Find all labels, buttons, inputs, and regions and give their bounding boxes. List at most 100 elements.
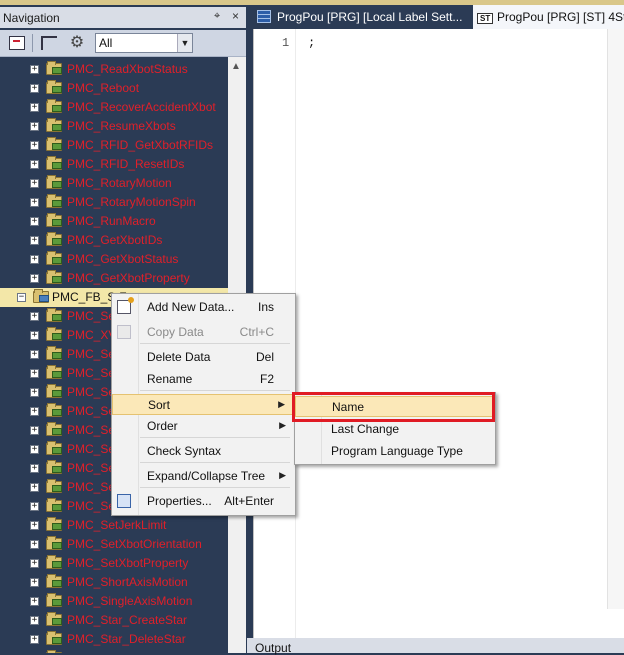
menu-item-label: Delete Data (147, 350, 211, 364)
expand-icon[interactable]: + (30, 198, 39, 207)
expand-icon[interactable]: + (30, 464, 39, 473)
tree-item[interactable]: + PMC_RotaryMotionSpin (0, 193, 228, 212)
folder-icon (46, 156, 62, 170)
tree-item-label: PMC_RotaryMotionSpin (67, 195, 196, 209)
expand-icon[interactable]: + (30, 65, 39, 74)
menu-separator (140, 390, 290, 391)
expand-icon[interactable]: + (30, 312, 39, 321)
check-syntax-menu-item[interactable]: Check Syntax (112, 441, 295, 462)
folder-icon (46, 270, 62, 284)
menu-item-shortcut: Del (255, 350, 274, 364)
collapse-tree-button[interactable] (6, 33, 28, 53)
folder-icon (46, 61, 62, 75)
folder-icon (46, 498, 62, 512)
tab-st-program[interactable]: ST ProgPou [PRG] [ST] 4Ste (473, 5, 624, 29)
add-new-data-menu-item[interactable]: Add New Data... Ins (112, 297, 295, 318)
sort-by-last-change-menu-item[interactable]: Last Change (295, 419, 495, 440)
expand-icon[interactable]: + (30, 84, 39, 93)
expand-icon[interactable]: + (30, 635, 39, 644)
tab-local-label-settings[interactable]: ProgPou [PRG] [Local Label Sett... (253, 5, 467, 29)
collapse-icon[interactable]: − (17, 293, 26, 302)
copy-data-menu-item[interactable]: Copy Data Ctrl+C (112, 322, 295, 343)
expand-icon[interactable]: + (30, 331, 39, 340)
expand-icon[interactable]: + (30, 578, 39, 587)
tree-item-label: PMC_Se (67, 442, 116, 456)
tree-item[interactable]: + PMC_ShortAxisMotion (0, 573, 228, 592)
tree-item[interactable]: + PMC_RFID_ResetIDs (0, 155, 228, 174)
expand-icon[interactable]: + (30, 274, 39, 283)
tree-item-label: PMC_Se (67, 385, 116, 399)
tree-item[interactable]: + PMC_GetXbotProperty (0, 269, 228, 288)
close-icon[interactable]: × (232, 9, 239, 23)
expand-icon[interactable]: + (30, 255, 39, 264)
tree-item[interactable]: + PMC_RunMacro (0, 212, 228, 231)
tree-item[interactable]: + PMC_GetXbotStatus (0, 250, 228, 269)
expand-icon[interactable]: + (30, 103, 39, 112)
tree-item-label: PMC_RFID_ResetIDs (67, 157, 185, 171)
expand-icon[interactable]: + (30, 369, 39, 378)
tree-item-label: PMC_Se (67, 461, 116, 475)
expand-icon[interactable]: + (30, 540, 39, 549)
folder-icon (46, 365, 62, 379)
folder-icon (46, 384, 62, 398)
tree-item[interactable]: + PMC_RecoverAccidentXbot (0, 98, 228, 117)
tree-item[interactable]: + PMC_SetJerkLimit (0, 516, 228, 535)
tree-item[interactable]: + PMC_GetXbotIDs (0, 231, 228, 250)
tree-item-label: PMC_ShortAxisMotion (67, 575, 188, 589)
folder-icon (46, 555, 62, 569)
code-line[interactable]: ; (308, 36, 315, 50)
expand-icon[interactable]: + (30, 236, 39, 245)
expand-icon[interactable]: + (30, 597, 39, 606)
editor-scrollbar[interactable] (607, 29, 624, 609)
tree-item[interactable]: + PMC_SingleAxisMotion (0, 592, 228, 611)
expand-icon[interactable]: + (30, 160, 39, 169)
expand-icon[interactable]: + (30, 179, 39, 188)
order-menu-item[interactable]: Order ▶ (112, 416, 295, 437)
expand-collapse-tree-menu-item[interactable]: Expand/Collapse Tree ▶ (112, 466, 295, 487)
tree-item[interactable]: + PMC_ReadXbotStatus (0, 60, 228, 79)
expand-icon[interactable]: + (30, 426, 39, 435)
expand-icon[interactable]: + (30, 483, 39, 492)
submenu-arrow-icon: ▶ (279, 470, 286, 480)
code-editor[interactable]: 1 ; (253, 29, 624, 638)
tree-item[interactable]: +PMC_Star_GetStarStatus (0, 649, 228, 653)
grid-icon (257, 10, 271, 23)
chevron-down-icon[interactable]: ▼ (177, 34, 192, 52)
folder-icon (46, 631, 62, 645)
expand-icon[interactable]: + (30, 141, 39, 150)
expand-icon[interactable]: + (30, 217, 39, 226)
scroll-up-icon[interactable]: ▲ (231, 61, 241, 72)
sort-menu-item[interactable]: Sort ▶ (112, 394, 295, 415)
tree-item[interactable]: + PMC_Star_DeleteStar (0, 630, 228, 649)
delete-data-menu-item[interactable]: Delete Data Del (112, 347, 295, 368)
tree-layout-button[interactable] (38, 33, 60, 53)
tree-item[interactable]: + PMC_Star_CreateStar (0, 611, 228, 630)
menu-item-label: Check Syntax (147, 444, 222, 458)
tree-item[interactable]: + PMC_SetXbotProperty (0, 554, 228, 573)
settings-button[interactable]: ⚙ (66, 33, 88, 53)
tree-item[interactable]: + PMC_ResumeXbots (0, 117, 228, 136)
tree-item[interactable]: + PMC_RFID_GetXbotRFIDs (0, 136, 228, 155)
properties-menu-item[interactable]: Properties... Alt+Enter (112, 491, 295, 512)
tree-item[interactable]: + PMC_RotaryMotion (0, 174, 228, 193)
expand-icon[interactable]: + (30, 616, 39, 625)
pin-icon[interactable]: ⌖ (214, 10, 220, 23)
output-panel-header[interactable]: Output (247, 638, 624, 655)
menu-item-label: Order (147, 419, 178, 433)
rename-menu-item[interactable]: Rename F2 (112, 369, 295, 390)
tree-item-label: PMC_Reboot (67, 81, 140, 95)
editor-tab-strip: ProgPou [PRG] [Local Label Sett... ST Pr… (247, 5, 624, 29)
expand-icon[interactable]: + (30, 559, 39, 568)
expand-icon[interactable]: + (30, 350, 39, 359)
expand-icon[interactable]: + (30, 502, 39, 511)
folder-icon (46, 403, 62, 417)
expand-icon[interactable]: + (30, 445, 39, 454)
expand-icon[interactable]: + (30, 521, 39, 530)
expand-icon[interactable]: + (30, 122, 39, 131)
sort-by-program-language-type-menu-item[interactable]: Program Language Type (295, 441, 495, 462)
filter-dropdown[interactable]: All ▼ (95, 33, 193, 53)
tree-item[interactable]: + PMC_Reboot (0, 79, 228, 98)
tree-item[interactable]: + PMC_SetXbotOrientation (0, 535, 228, 554)
expand-icon[interactable]: + (30, 388, 39, 397)
expand-icon[interactable]: + (30, 407, 39, 416)
